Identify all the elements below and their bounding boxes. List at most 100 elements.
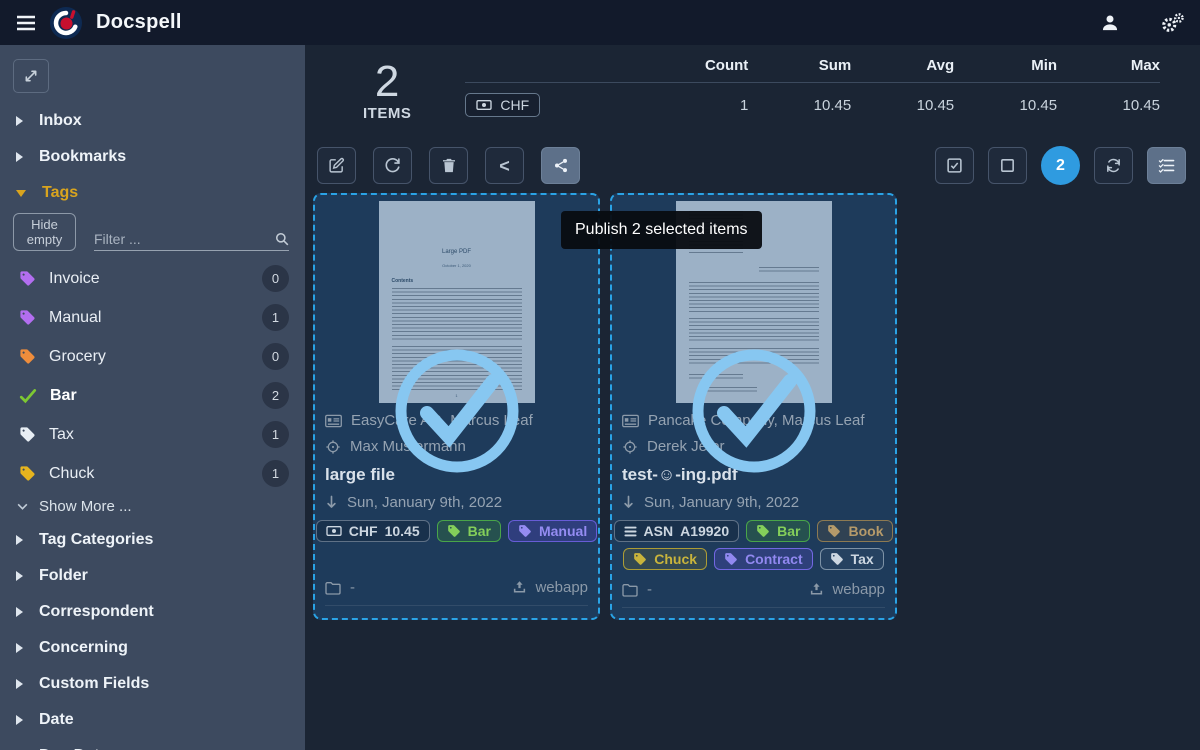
tag-item-chuck[interactable]: Chuck 1 <box>0 454 305 493</box>
tag-item-manual[interactable]: Manual 1 <box>0 298 305 337</box>
items-label: ITEMS <box>363 105 411 122</box>
sidebar-collapse-button[interactable] <box>13 59 49 93</box>
tag-filter-input[interactable] <box>94 231 275 247</box>
main-content: 2 ITEMS Count Sum Avg Min Max CHF <box>305 45 1200 750</box>
merge-icon: < <box>499 157 510 175</box>
card-footer: 37p. <box>325 605 588 620</box>
tag-badge-contract[interactable]: Contract <box>714 548 813 570</box>
tag-icon <box>518 524 532 538</box>
folder-value: - <box>350 579 355 596</box>
selection-toolbar: < 2 <box>305 122 1200 185</box>
refresh-button[interactable] <box>1094 147 1133 184</box>
col-max: Max <box>1057 57 1160 74</box>
item-cards: Large PDF October 1, 2020 Contents 1 Eas… <box>305 185 1200 620</box>
sync-icon <box>1105 157 1122 174</box>
item-date-row: Sun, January 9th, 2022 <box>622 494 885 511</box>
sidebar-item-inbox[interactable]: Inbox <box>0 103 305 139</box>
id-card-icon <box>622 414 639 428</box>
deselect-all-button[interactable] <box>988 147 1027 184</box>
list-check-icon <box>1158 158 1175 173</box>
tag-item-grocery[interactable]: Grocery 0 <box>0 337 305 376</box>
user-account-icon[interactable] <box>1100 13 1120 33</box>
tag-count-badge: 1 <box>262 421 289 448</box>
tag-item-invoice[interactable]: Invoice 0 <box>0 259 305 298</box>
col-avg: Avg <box>851 57 954 74</box>
edit-selected-button[interactable] <box>317 147 356 184</box>
tag-badge-bar[interactable]: Bar <box>437 520 501 542</box>
caret-right-icon <box>16 679 23 689</box>
tag-icon <box>19 426 36 443</box>
sidebar-item-concerning[interactable]: Concerning <box>0 630 305 666</box>
show-more-tags[interactable]: Show More ... <box>0 493 305 522</box>
item-date: Sun, January 9th, 2022 <box>347 494 502 511</box>
sidebar-item-label: Tag Categories <box>39 531 153 549</box>
tag-icon <box>827 524 841 538</box>
asn-badge[interactable]: ASN A19920 <box>614 520 740 542</box>
select-all-button[interactable] <box>935 147 974 184</box>
caret-right-icon <box>16 535 23 545</box>
preview-date: October 1, 2020 <box>392 263 522 268</box>
folder-value: - <box>647 581 652 598</box>
edit-item-button[interactable] <box>366 618 397 620</box>
stats-header: 2 ITEMS Count Sum Avg Min Max CHF <box>305 45 1200 122</box>
item-card-large-file[interactable]: Large PDF October 1, 2020 Contents 1 Eas… <box>313 193 600 620</box>
arrow-down-icon <box>622 495 635 510</box>
caret-right-icon <box>16 715 23 725</box>
folder-icon <box>622 583 638 597</box>
tag-label: Chuck <box>49 465 94 483</box>
stats-table-header: Count Sum Avg Min Max <box>465 57 1160 83</box>
square-icon <box>999 157 1016 174</box>
stats-table-row: CHF 1 10.45 10.45 10.45 10.45 <box>465 83 1160 117</box>
sidebar-item-tags[interactable]: Tags <box>0 175 305 211</box>
preview-title: Large PDF <box>392 249 522 255</box>
tag-badge-tax[interactable]: Tax <box>820 548 884 570</box>
hide-empty-button[interactable]: Hide empty <box>13 213 76 251</box>
sidebar-item-tag-categories[interactable]: Tag Categories <box>0 522 305 558</box>
settings-gears-icon[interactable] <box>1160 12 1184 34</box>
sidebar-item-date[interactable]: Date <box>0 702 305 738</box>
preview-eye-button[interactable] <box>325 618 356 620</box>
merge-selected-button[interactable]: < <box>485 147 524 184</box>
sidebar-item-folder[interactable]: Folder <box>0 558 305 594</box>
val-avg: 10.45 <box>851 97 954 114</box>
tag-badge-bar[interactable]: Bar <box>746 520 810 542</box>
selected-count-badge[interactable]: 2 <box>1041 146 1080 185</box>
selected-check-icon <box>387 341 527 481</box>
edit-icon <box>328 157 345 174</box>
tag-item-bar[interactable]: Bar 2 <box>0 376 305 415</box>
tag-badge-chuck[interactable]: Chuck <box>623 548 707 570</box>
tag-badge-manual[interactable]: Manual <box>508 520 597 542</box>
restore-button[interactable] <box>373 147 412 184</box>
item-badges-row2: Chuck Contract Tax <box>622 548 885 570</box>
source-label: webapp <box>512 579 588 596</box>
sidebar-item-correspondent[interactable]: Correspondent <box>0 594 305 630</box>
money-icon <box>326 525 342 537</box>
money-badge[interactable]: CHF 10.45 <box>316 520 430 542</box>
currency-stats-table: Count Sum Avg Min Max CHF 1 10.45 1 <box>465 57 1160 117</box>
list-icon <box>624 526 637 537</box>
col-min: Min <box>954 57 1057 74</box>
crosshair-icon <box>622 439 638 455</box>
sidebar-item-due-date[interactable]: Due Date <box>0 738 305 750</box>
caret-right-icon <box>16 116 23 126</box>
item-card-test-ing-pdf[interactable]: Pancake Company, Marcus Leaf Derek Jeter… <box>610 193 897 620</box>
tag-label: Bar <box>50 387 77 405</box>
upload-icon <box>809 582 824 597</box>
caret-right-icon <box>16 152 23 162</box>
publish-selected-button[interactable] <box>541 147 580 184</box>
val-sum: 10.45 <box>748 97 851 114</box>
tag-icon <box>19 348 36 365</box>
tag-icon <box>19 465 36 482</box>
val-max: 10.45 <box>1057 97 1160 114</box>
tag-icon <box>19 309 36 326</box>
tag-badge-book[interactable]: Book <box>817 520 893 542</box>
tag-icon <box>447 524 461 538</box>
menu-icon[interactable] <box>16 15 36 31</box>
select-mode-button[interactable] <box>1147 147 1186 184</box>
sidebar-item-bookmarks[interactable]: Bookmarks <box>0 139 305 175</box>
val-count: 1 <box>645 97 748 114</box>
delete-selected-button[interactable] <box>429 147 468 184</box>
sidebar-item-custom-fields[interactable]: Custom Fields <box>0 666 305 702</box>
tag-item-tax[interactable]: Tax 1 <box>0 415 305 454</box>
crosshair-icon <box>325 439 341 455</box>
